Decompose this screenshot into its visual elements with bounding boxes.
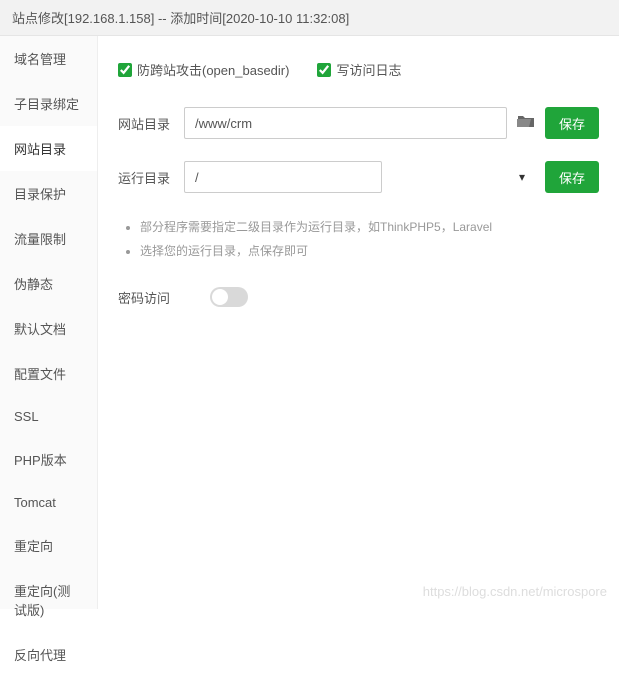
sidebar-item-rewrite[interactable]: 伪静态 bbox=[0, 261, 97, 306]
dialog-title: 站点修改[192.168.1.158] -- 添加时间[2020-10-10 1… bbox=[12, 11, 349, 26]
main-panel: 防跨站攻击(open_basedir) 写访问日志 网站目录 保存 运行目录 保… bbox=[98, 36, 619, 609]
tip-line-2: 选择您的运行目录，点保存即可 bbox=[140, 239, 599, 263]
run-dir-save-button[interactable]: 保存 bbox=[545, 161, 599, 193]
sidebar-item-ssl[interactable]: SSL bbox=[0, 396, 97, 437]
sidebar-item-redirect-beta[interactable]: 重定向(测试版) bbox=[0, 568, 97, 632]
folder-icon[interactable] bbox=[517, 114, 535, 133]
sidebar-item-domain[interactable]: 域名管理 bbox=[0, 36, 97, 81]
site-dir-row: 网站目录 保存 bbox=[118, 107, 599, 139]
sidebar-item-redirect[interactable]: 重定向 bbox=[0, 523, 97, 568]
password-access-label: 密码访问 bbox=[118, 288, 170, 307]
dialog-body: 域名管理 子目录绑定 网站目录 目录保护 流量限制 伪静态 默认文档 配置文件 … bbox=[0, 36, 619, 609]
run-dir-row: 运行目录 保存 bbox=[118, 161, 599, 193]
sidebar-item-php[interactable]: PHP版本 bbox=[0, 437, 97, 482]
sidebar-item-subdir[interactable]: 子目录绑定 bbox=[0, 81, 97, 126]
checkbox-row: 防跨站攻击(open_basedir) 写访问日志 bbox=[118, 60, 599, 79]
checkbox-open-basedir-label: 防跨站攻击(open_basedir) bbox=[137, 60, 289, 79]
run-dir-select[interactable] bbox=[184, 161, 382, 193]
checkbox-open-basedir-input[interactable] bbox=[118, 63, 132, 77]
sidebar-item-tomcat[interactable]: Tomcat bbox=[0, 482, 97, 523]
sidebar-item-config[interactable]: 配置文件 bbox=[0, 351, 97, 396]
sidebar-item-sitedir[interactable]: 网站目录 bbox=[0, 126, 97, 171]
dialog-header: 站点修改[192.168.1.158] -- 添加时间[2020-10-10 1… bbox=[0, 0, 619, 36]
tips-list: 部分程序需要指定二级目录作为运行目录，如ThinkPHP5，Laravel 选择… bbox=[118, 215, 599, 263]
sidebar-item-traffic[interactable]: 流量限制 bbox=[0, 216, 97, 261]
run-dir-select-wrap[interactable] bbox=[184, 161, 535, 193]
run-dir-label: 运行目录 bbox=[118, 168, 174, 187]
site-dir-save-button[interactable]: 保存 bbox=[545, 107, 599, 139]
checkbox-open-basedir[interactable]: 防跨站攻击(open_basedir) bbox=[118, 60, 289, 79]
watermark: https://blog.csdn.net/microspore bbox=[423, 584, 607, 599]
site-dir-label: 网站目录 bbox=[118, 114, 174, 133]
password-access-toggle[interactable] bbox=[210, 287, 248, 307]
password-access-row: 密码访问 bbox=[118, 287, 599, 307]
tip-line-1: 部分程序需要指定二级目录作为运行目录，如ThinkPHP5，Laravel bbox=[140, 215, 599, 239]
sidebar-item-proxy[interactable]: 反向代理 bbox=[0, 632, 97, 677]
site-dir-input[interactable] bbox=[184, 107, 507, 139]
sidebar: 域名管理 子目录绑定 网站目录 目录保护 流量限制 伪静态 默认文档 配置文件 … bbox=[0, 36, 98, 609]
checkbox-access-log-input[interactable] bbox=[317, 63, 331, 77]
checkbox-access-log-label: 写访问日志 bbox=[336, 60, 401, 79]
sidebar-item-defaultdoc[interactable]: 默认文档 bbox=[0, 306, 97, 351]
checkbox-access-log[interactable]: 写访问日志 bbox=[317, 60, 401, 79]
sidebar-item-dirprotect[interactable]: 目录保护 bbox=[0, 171, 97, 216]
